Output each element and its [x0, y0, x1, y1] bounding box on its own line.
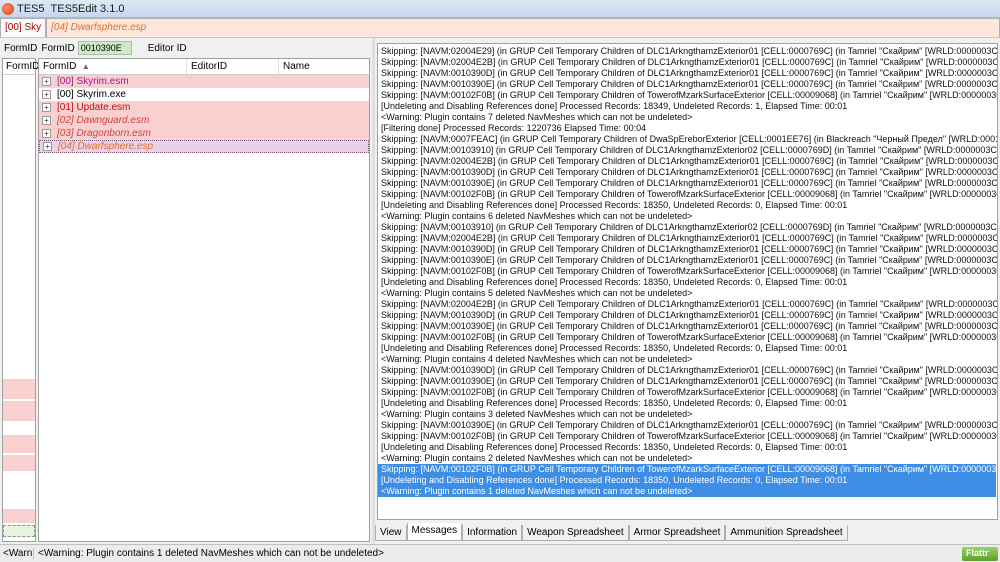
log-line: [Undeleting and Disabling References don…	[381, 200, 848, 210]
status-bar: <Warnin <Warning: Plugin contains 1 dele…	[0, 544, 1000, 562]
right-pane: Skipping: [NAVM:02004E29] (in GRUP Cell …	[375, 38, 1000, 544]
log-line: Skipping: [NAVM:00102F0B] (in GRUP Cell …	[381, 90, 998, 100]
flattr-button[interactable]: Flattr	[962, 546, 998, 561]
expand-icon[interactable]: +	[42, 90, 51, 99]
log-line: Skipping: [NAVM:02004E2B] (in GRUP Cell …	[381, 156, 998, 166]
log-line: Skipping: [NAVM:00102F0B] (in GRUP Cell …	[381, 387, 998, 397]
log-line: Skipping: [NAVM:00102F0B] (in GRUP Cell …	[381, 431, 998, 441]
tab-armor-spreadsheet[interactable]: Armor Spreadsheet	[628, 525, 726, 541]
log-line: Skipping: [NAVM:00102F0B] (in GRUP Cell …	[381, 332, 998, 342]
filter-bar: FormID FormID 0010390E Editor ID	[0, 40, 372, 56]
log-line: Skipping: [NAVM:0010390E] (in GRUP Cell …	[381, 321, 998, 331]
name-column-header[interactable]: Name	[279, 59, 369, 74]
tree-row-dawnguard-esm[interactable]: + [02] Dawnguard.esm	[39, 114, 369, 127]
log-line: Skipping: [NAVM:0010390D] (in GRUP Cell …	[381, 365, 998, 375]
log-line: Skipping: [NAVM:0010390D] (in GRUP Cell …	[381, 244, 998, 254]
window-title: TES5Edit 3.1.0	[50, 2, 125, 15]
log-line: Skipping: [NAVM:00103910] (in GRUP Cell …	[381, 222, 998, 232]
expand-icon[interactable]: +	[43, 142, 52, 151]
formid-column-header-2[interactable]: FormID ▲	[39, 59, 187, 74]
log-line: Skipping: [NAVM:0010390E] (in GRUP Cell …	[381, 79, 998, 89]
log-line: [Undeleting and Disabling References don…	[381, 101, 848, 111]
log-line: Skipping: [NAVM:0010390E] (in GRUP Cell …	[381, 255, 998, 265]
log-line: Skipping: [NAVM:00102F0B] (in GRUP Cell …	[381, 266, 998, 276]
tab-skyrim[interactable]: [00] Sky	[0, 18, 47, 37]
tree-row-skyrim-exe[interactable]: + [00] Skyrim.exe	[39, 88, 369, 101]
log-line: [Undeleting and Disabling References don…	[381, 398, 848, 408]
expand-icon[interactable]: +	[42, 103, 51, 112]
log-line: Skipping: [NAVM:02004E2B] (in GRUP Cell …	[381, 57, 998, 67]
log-line: [Undeleting and Disabling References don…	[381, 277, 848, 287]
log-line: Skipping: [NAVM:0010390D] (in GRUP Cell …	[381, 167, 998, 177]
tab-messages[interactable]: Messages	[406, 523, 463, 541]
expand-icon[interactable]: +	[42, 116, 51, 125]
log-line: Skipping: [NAVM:02004E2B] (in GRUP Cell …	[381, 233, 998, 243]
marker-stripe	[3, 401, 35, 421]
formid-column-panel: FormID	[2, 58, 39, 542]
messages-log[interactable]: Skipping: [NAVM:02004E29] (in GRUP Cell …	[377, 43, 998, 520]
log-line: <Warning: Plugin contains 3 deleted NavM…	[381, 409, 693, 419]
file-tabs: [00] Sky [04] Dwarfsphere.esp	[0, 18, 1000, 38]
log-line: Skipping: [NAVM:0010390E] (in GRUP Cell …	[381, 376, 998, 386]
log-line: [Undeleting and Disabling References don…	[381, 442, 848, 452]
tree-row-dwarfsphere-esp[interactable]: + [04] Dwarfsphere.esp	[39, 140, 369, 153]
log-line-selected: <Warning: Plugin contains 1 deleted NavM…	[378, 486, 996, 497]
editorid-label: Editor ID	[147, 42, 187, 54]
formid-column-header[interactable]: FormID	[3, 59, 39, 75]
log-line: <Warning: Plugin contains 5 deleted NavM…	[381, 288, 693, 298]
marker-stripe	[3, 379, 35, 399]
log-line: <Warning: Plugin contains 4 deleted NavM…	[381, 354, 693, 364]
bottom-tabs: View Messages Information Weapon Spreads…	[375, 523, 1000, 541]
log-line: Skipping: [NAVM:0007FEAC] (in GRUP Cell …	[381, 134, 998, 144]
tree-row-skyrim-esm[interactable]: + [00] Skyrim.esm	[39, 75, 369, 88]
status-left: <Warnin	[0, 548, 34, 559]
tab-dwarfsphere[interactable]: [04] Dwarfsphere.esp	[46, 18, 1000, 37]
log-line: [Undeleting and Disabling References don…	[381, 343, 848, 353]
log-line: [Filtering done] Processed Records: 1220…	[381, 123, 647, 133]
log-line: Skipping: [NAVM:02004E29] (in GRUP Cell …	[381, 46, 998, 56]
tab-ammunition-spreadsheet[interactable]: Ammunition Spreadsheet	[725, 525, 848, 541]
app-icon	[2, 2, 14, 15]
tab-information[interactable]: Information	[462, 525, 523, 541]
title-bar: TES5 TES5Edit 3.1.0	[0, 0, 1000, 18]
marker-stripe	[3, 509, 35, 523]
expand-icon[interactable]: +	[42, 77, 51, 86]
log-line: <Warning: Plugin contains 2 deleted NavM…	[381, 453, 693, 463]
formid-input[interactable]: 0010390E	[77, 41, 132, 55]
formid-label-2: FormID	[41, 42, 75, 54]
formid-label: FormID	[4, 42, 38, 54]
tab-view[interactable]: View	[375, 525, 407, 541]
tree-row-update-esm[interactable]: + [01] Update.esm	[39, 101, 369, 114]
app-short-name: TES5	[17, 2, 45, 15]
log-line: Skipping: [NAVM:00102F0B] (in GRUP Cell …	[381, 189, 998, 199]
status-message: <Warning: Plugin contains 1 deleted NavM…	[38, 548, 384, 559]
tree-row-dragonborn-esm[interactable]: + [03] Dragonborn.esm	[39, 127, 369, 140]
log-line-selected: Skipping: [NAVM:00102F0B] (in GRUP Cell …	[378, 464, 997, 475]
expand-icon[interactable]: +	[42, 129, 51, 138]
marker-stripe	[3, 525, 35, 537]
log-line: <Warning: Plugin contains 6 deleted NavM…	[381, 211, 693, 221]
log-line: Skipping: [NAVM:00103910] (in GRUP Cell …	[381, 145, 998, 155]
log-line: Skipping: [NAVM:0010390D] (in GRUP Cell …	[381, 310, 998, 320]
log-line: Skipping: [NAVM:02004E2B] (in GRUP Cell …	[381, 299, 998, 309]
marker-stripe	[3, 435, 35, 453]
marker-stripe	[3, 455, 35, 471]
editorid-column-header[interactable]: EditorID	[187, 59, 279, 74]
log-line: Skipping: [NAVM:0010390E] (in GRUP Cell …	[381, 420, 998, 430]
left-pane: FormID FormID 0010390E Editor ID FormID …	[0, 38, 372, 544]
log-line-selected: [Undeleting and Disabling References don…	[378, 475, 996, 486]
tree-header: FormID ▲ EditorID Name	[39, 59, 369, 75]
log-line: <Warning: Plugin contains 7 deleted NavM…	[381, 112, 693, 122]
tab-weapon-spreadsheet[interactable]: Weapon Spreadsheet	[522, 525, 629, 541]
log-line: Skipping: [NAVM:0010390E] (in GRUP Cell …	[381, 178, 998, 188]
log-line: Skipping: [NAVM:0010390D] (in GRUP Cell …	[381, 68, 998, 78]
plugin-tree: FormID ▲ EditorID Name + [00] Skyrim.esm …	[38, 58, 370, 542]
